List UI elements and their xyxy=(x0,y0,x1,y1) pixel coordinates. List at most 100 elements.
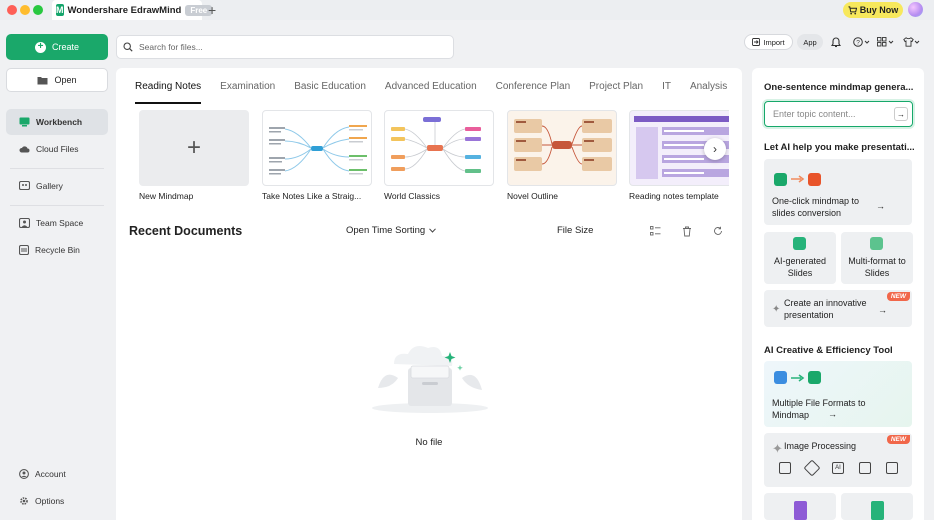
arrow-right-icon: → xyxy=(878,305,887,315)
expand-image-icon[interactable] xyxy=(859,462,871,474)
card-label: AI-generated Slides xyxy=(773,256,827,278)
grid-apps-icon[interactable] xyxy=(876,35,894,49)
template-label: World Classics xyxy=(384,191,441,201)
sort-dropdown[interactable]: Open Time Sorting xyxy=(346,225,437,236)
sidebar-item-team-space[interactable]: Team Space xyxy=(6,210,108,236)
sidebar-item-workbench[interactable]: Workbench xyxy=(6,109,108,135)
import-button[interactable]: Import xyxy=(744,34,793,50)
card-label: Multi-format to Slides xyxy=(848,256,906,278)
empty-box-illustration-icon xyxy=(372,346,488,413)
template-card[interactable]: World Classics xyxy=(384,110,494,201)
gear-icon xyxy=(20,497,28,505)
tab-analysis[interactable]: Analysis xyxy=(690,81,727,99)
search-bar xyxy=(116,35,454,59)
open-label: Open xyxy=(54,75,77,85)
shirt-icon[interactable] xyxy=(902,35,920,49)
template-thumbnail xyxy=(384,110,494,186)
section-title: One-sentence mindmap genera... xyxy=(764,82,914,93)
card-image-processing[interactable]: ✦ Image Processing NEW xyxy=(764,433,912,487)
mindmap-file-icon xyxy=(774,173,787,186)
section-title: Let AI help you make presentati... xyxy=(764,142,915,153)
import-label: Import xyxy=(763,37,785,47)
tab-basic-education[interactable]: Basic Education xyxy=(294,81,366,99)
sidebar-item-label: Gallery xyxy=(36,181,63,191)
tab-project-plan[interactable]: Project Plan xyxy=(589,81,643,99)
empty-state-label: No file xyxy=(415,437,443,448)
ocr-icon[interactable] xyxy=(886,462,898,474)
user-avatar[interactable] xyxy=(908,2,923,17)
help-icon[interactable]: ? xyxy=(852,35,870,49)
ai-side-panel: One-sentence mindmap genera... → Let AI … xyxy=(752,68,924,520)
app-button[interactable]: App xyxy=(797,34,823,50)
template-card-new-mindmap[interactable]: + New Mindmap xyxy=(139,110,249,201)
sheet-icon xyxy=(871,501,884,520)
arrow-right-icon: → xyxy=(876,201,885,211)
sidebar-item-gallery[interactable]: Gallery xyxy=(6,173,108,199)
sidebar-item-label: Workbench xyxy=(36,117,83,127)
tab-reading-notes[interactable]: Reading Notes xyxy=(135,81,202,104)
card-label: Image Processing xyxy=(784,441,857,451)
chevron-right-icon[interactable]: › xyxy=(704,138,726,160)
card-innovative-presentation[interactable]: ✦ Create an innovative presentation → NE… xyxy=(764,290,912,327)
search-input[interactable] xyxy=(139,42,439,52)
send-arrow-icon[interactable]: → xyxy=(894,107,908,121)
template-thumbnail xyxy=(262,110,372,186)
divider xyxy=(10,205,104,206)
plus-icon: + xyxy=(139,110,249,186)
ai-enhance-icon[interactable]: AI xyxy=(832,462,844,474)
template-card[interactable]: Novel Outline xyxy=(507,110,617,201)
template-thumbnail xyxy=(507,110,617,186)
file-size-column[interactable]: File Size xyxy=(557,225,593,236)
card-label: Create an innovative presentation xyxy=(784,298,867,320)
card-label: Multiple File Formats to Mindmap xyxy=(772,398,866,420)
sidebar-item-label: Cloud Files xyxy=(36,144,79,154)
arrow-right-icon xyxy=(791,374,805,382)
tab-advanced-education[interactable]: Advanced Education xyxy=(385,81,477,99)
workbench-icon xyxy=(19,117,30,127)
import-icon xyxy=(752,38,761,46)
card-mindmap-to-slides[interactable]: One-click mindmap to slides conversion → xyxy=(764,159,912,225)
trash-icon xyxy=(19,245,29,255)
tab-conference-plan[interactable]: Conference Plan xyxy=(496,81,571,99)
create-button[interactable]: + Create xyxy=(6,34,108,60)
section-title: AI Creative & Efficiency Tool xyxy=(764,345,893,356)
template-label: Reading notes template xyxy=(629,191,719,201)
trash-icon[interactable] xyxy=(681,225,693,237)
topic-input[interactable] xyxy=(773,109,888,119)
tab-examination[interactable]: Examination xyxy=(220,81,275,99)
template-tabs: Reading Notes Examination Basic Educatio… xyxy=(135,81,746,104)
mindmap-file-icon xyxy=(808,371,821,384)
cloud-icon xyxy=(19,146,30,153)
minimize-window-button[interactable] xyxy=(20,5,30,15)
sidebar-item-cloud-files[interactable]: Cloud Files xyxy=(6,136,108,162)
sidebar-item-options[interactable]: Options xyxy=(6,488,108,514)
card-ai-generated-slides[interactable]: AI-generated Slides xyxy=(764,232,836,284)
svg-text:?: ? xyxy=(856,39,860,46)
open-button[interactable]: Open xyxy=(6,68,108,92)
card-multi-format-to-slides[interactable]: Multi-format to Slides xyxy=(841,232,913,284)
tab-it[interactable]: IT xyxy=(662,81,671,99)
ppt-file-icon xyxy=(808,173,821,186)
cart-icon xyxy=(848,5,857,14)
maximize-window-button[interactable] xyxy=(33,5,43,15)
account-icon xyxy=(19,469,29,479)
close-window-button[interactable] xyxy=(7,5,17,15)
list-view-icon[interactable] xyxy=(649,225,661,237)
buy-now-button[interactable]: Buy Now xyxy=(843,2,903,18)
card-tool[interactable] xyxy=(764,493,836,520)
template-card[interactable]: Take Notes Like a Straig... xyxy=(262,110,372,201)
refresh-icon[interactable] xyxy=(712,225,724,237)
app-tab[interactable]: M Wondershare EdrawMind Free xyxy=(52,0,213,20)
app-name: Wondershare EdrawMind xyxy=(67,4,182,16)
sidebar-item-recycle-bin[interactable]: Recycle Bin xyxy=(6,237,108,263)
card-tool[interactable] xyxy=(841,493,913,520)
sidebar-item-account[interactable]: Account xyxy=(6,461,108,487)
bell-icon[interactable] xyxy=(829,35,843,49)
ai-slides-icon xyxy=(793,237,806,250)
edrawmind-logo-icon: M xyxy=(56,4,64,16)
crop-icon[interactable] xyxy=(779,462,791,474)
new-tab-button[interactable]: + xyxy=(208,2,216,18)
sparkle-icon: ✦ xyxy=(772,441,783,456)
buy-now-label: Buy Now xyxy=(859,5,899,15)
card-multiple-file-formats[interactable]: Multiple File Formats to Mindmap → xyxy=(764,361,912,427)
